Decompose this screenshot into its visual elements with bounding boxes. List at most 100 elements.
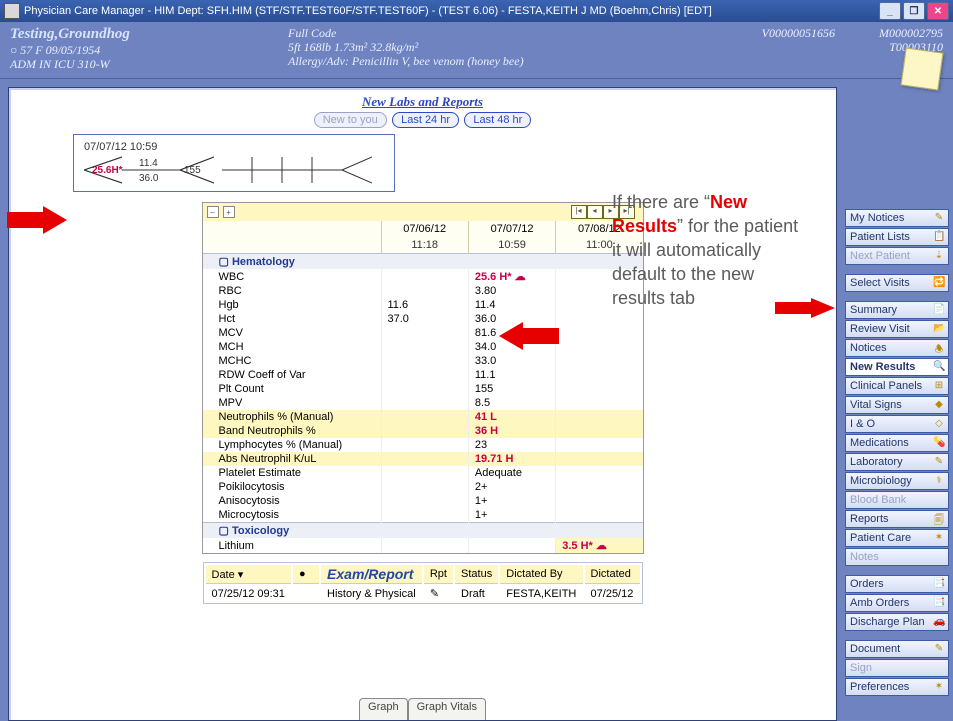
nav-document[interactable]: Document✎ bbox=[845, 640, 949, 658]
nav-new-results[interactable]: New Results🔍 bbox=[845, 358, 949, 376]
result-label: Microcytosis bbox=[203, 508, 382, 523]
nav-icon: ✎ bbox=[933, 212, 945, 224]
col-date-0[interactable]: 07/06/12 bbox=[381, 221, 468, 237]
nav-label: Laboratory bbox=[850, 456, 903, 468]
group-header[interactable]: ▢ Toxicology bbox=[203, 523, 643, 539]
nav-amb-orders[interactable]: Amb Orders📑 bbox=[845, 594, 949, 612]
nav-review-visit[interactable]: Review Visit📂 bbox=[845, 320, 949, 338]
patient-name: Testing,Groundhog bbox=[10, 26, 280, 43]
close-button[interactable]: ✕ bbox=[927, 2, 949, 20]
result-row[interactable]: Band Neutrophils %36 H bbox=[203, 424, 643, 438]
nav-patient-lists[interactable]: Patient Lists 📋 bbox=[845, 228, 949, 246]
result-value bbox=[381, 354, 468, 368]
result-row[interactable]: RBC3.80 bbox=[203, 284, 643, 298]
report-row[interactable]: 07/25/12 09:31 History & Physical ✎ Draf… bbox=[206, 586, 640, 601]
sticky-note-icon[interactable] bbox=[901, 48, 944, 91]
tab-last-24[interactable]: Last 24 hr bbox=[392, 112, 459, 128]
nav-label: Microbiology bbox=[850, 475, 912, 487]
rpt-col-date[interactable]: Date ▾ bbox=[206, 565, 292, 584]
nav-vital-signs[interactable]: Vital Signs◆ bbox=[845, 396, 949, 414]
nav-icon: ◆ bbox=[933, 399, 945, 411]
result-row[interactable]: Hct37.036.0 bbox=[203, 312, 643, 326]
result-row[interactable]: MPV8.5 bbox=[203, 396, 643, 410]
nav-clinical-panels[interactable]: Clinical Panels ⊞ bbox=[845, 377, 949, 395]
main-panel: New Labs and Reports New to you Last 24 … bbox=[8, 87, 837, 721]
result-row[interactable]: Neutrophils % (Manual)41 L bbox=[203, 410, 643, 424]
group-header[interactable]: ▢ Hematology bbox=[203, 254, 643, 270]
nav-blood-bank: Blood Bank bbox=[845, 491, 949, 509]
nav-my-notices[interactable]: My Notices✎ bbox=[845, 209, 949, 227]
result-label: MCH bbox=[203, 340, 382, 354]
result-value bbox=[381, 269, 468, 284]
result-row[interactable]: Platelet EstimateAdequate bbox=[203, 466, 643, 480]
nav-laboratory[interactable]: Laboratory✎ bbox=[845, 453, 949, 471]
result-row[interactable]: MCHC33.0 bbox=[203, 354, 643, 368]
nav-orders[interactable]: Orders📑 bbox=[845, 575, 949, 593]
window-title: Physician Care Manager - HIM Dept: SFH.H… bbox=[24, 5, 879, 17]
nav-preferences[interactable]: Preferences✶ bbox=[845, 678, 949, 696]
nav-reports[interactable]: Reports🗐 bbox=[845, 510, 949, 528]
rpt-col-rpt[interactable]: Rpt bbox=[424, 565, 453, 584]
result-row[interactable]: Poikilocytosis2+ bbox=[203, 480, 643, 494]
result-value bbox=[556, 410, 643, 424]
nav-icon: ✶ bbox=[933, 681, 945, 693]
nav-summary[interactable]: Summary📄 bbox=[845, 301, 949, 319]
result-label: MCV bbox=[203, 326, 382, 340]
rpt-col-status[interactable]: Status bbox=[455, 565, 498, 584]
grid-collapse-controls[interactable]: –+ bbox=[207, 206, 235, 218]
result-row[interactable]: RDW Coeff of Var11.1 bbox=[203, 368, 643, 382]
result-row[interactable]: Hgb11.611.4 bbox=[203, 298, 643, 312]
col-time-0: 11:18 bbox=[381, 237, 468, 254]
result-value bbox=[556, 326, 643, 340]
result-row[interactable]: MCV81.6 bbox=[203, 326, 643, 340]
rpt-col-dictated[interactable]: Dictated bbox=[585, 565, 640, 584]
result-row[interactable]: Lithium3.5 H* ☁ bbox=[203, 538, 643, 553]
result-value bbox=[381, 368, 468, 382]
col-date-1[interactable]: 07/07/12 bbox=[468, 221, 555, 237]
result-value bbox=[556, 312, 643, 326]
patient-location: ADM IN ICU 310-W bbox=[10, 57, 280, 71]
nav-label: Blood Bank bbox=[850, 494, 906, 506]
result-value: 2+ bbox=[468, 480, 555, 494]
result-label: Platelet Estimate bbox=[203, 466, 382, 480]
rpt-col-by[interactable]: Dictated By bbox=[500, 565, 582, 584]
result-value: 3.80 bbox=[468, 284, 555, 298]
result-value bbox=[381, 438, 468, 452]
nav-label: Discharge Plan bbox=[850, 616, 925, 628]
nav-icon: 💊 bbox=[933, 437, 945, 449]
tab-graph-vitals[interactable]: Graph Vitals bbox=[408, 698, 486, 720]
minimize-button[interactable]: _ bbox=[879, 2, 901, 20]
tab-graph[interactable]: Graph bbox=[359, 698, 408, 720]
result-label: Lithium bbox=[203, 538, 382, 553]
result-value bbox=[381, 452, 468, 466]
tab-last-48[interactable]: Last 48 hr bbox=[464, 112, 531, 128]
result-row[interactable]: Microcytosis1+ bbox=[203, 508, 643, 523]
nav-icon: ⊞ bbox=[933, 380, 945, 392]
result-row[interactable]: WBC25.6 H* ☁ bbox=[203, 269, 643, 284]
result-row[interactable]: MCH34.0 bbox=[203, 340, 643, 354]
col-time-1: 10:59 bbox=[468, 237, 555, 254]
nav-medications[interactable]: Medications💊 bbox=[845, 434, 949, 452]
rpt-col-exam[interactable]: Exam/Report bbox=[321, 565, 422, 584]
nav-microbiology[interactable]: Microbiology⚕ bbox=[845, 472, 949, 490]
result-value bbox=[556, 354, 643, 368]
result-row[interactable]: Lymphocytes % (Manual)23 bbox=[203, 438, 643, 452]
nav-notices[interactable]: Notices🕭 bbox=[845, 339, 949, 357]
nav-label: Clinical Panels bbox=[850, 380, 922, 392]
nav-icon: 📋 bbox=[933, 231, 945, 243]
result-value: 41 L bbox=[468, 410, 555, 424]
grid-nav-prev[interactable]: ◂ bbox=[587, 205, 603, 219]
result-row[interactable]: Plt Count155 bbox=[203, 382, 643, 396]
nav-i-o[interactable]: I & O◇ bbox=[845, 415, 949, 433]
result-row[interactable]: Abs Neutrophil K/uL19.71 H bbox=[203, 452, 643, 466]
result-value bbox=[381, 326, 468, 340]
restore-button[interactable]: ❐ bbox=[903, 2, 925, 20]
tab-new-to-you[interactable]: New to you bbox=[314, 112, 387, 128]
grid-nav-first[interactable]: |◂ bbox=[571, 205, 587, 219]
nav-label: Patient Lists bbox=[850, 231, 910, 243]
result-label: MPV bbox=[203, 396, 382, 410]
result-row[interactable]: Anisocytosis1+ bbox=[203, 494, 643, 508]
nav-patient-care[interactable]: Patient Care✶ bbox=[845, 529, 949, 547]
nav-select-visits[interactable]: Select Visits🔁 bbox=[845, 274, 949, 292]
nav-discharge-plan[interactable]: Discharge Plan🚗 bbox=[845, 613, 949, 631]
